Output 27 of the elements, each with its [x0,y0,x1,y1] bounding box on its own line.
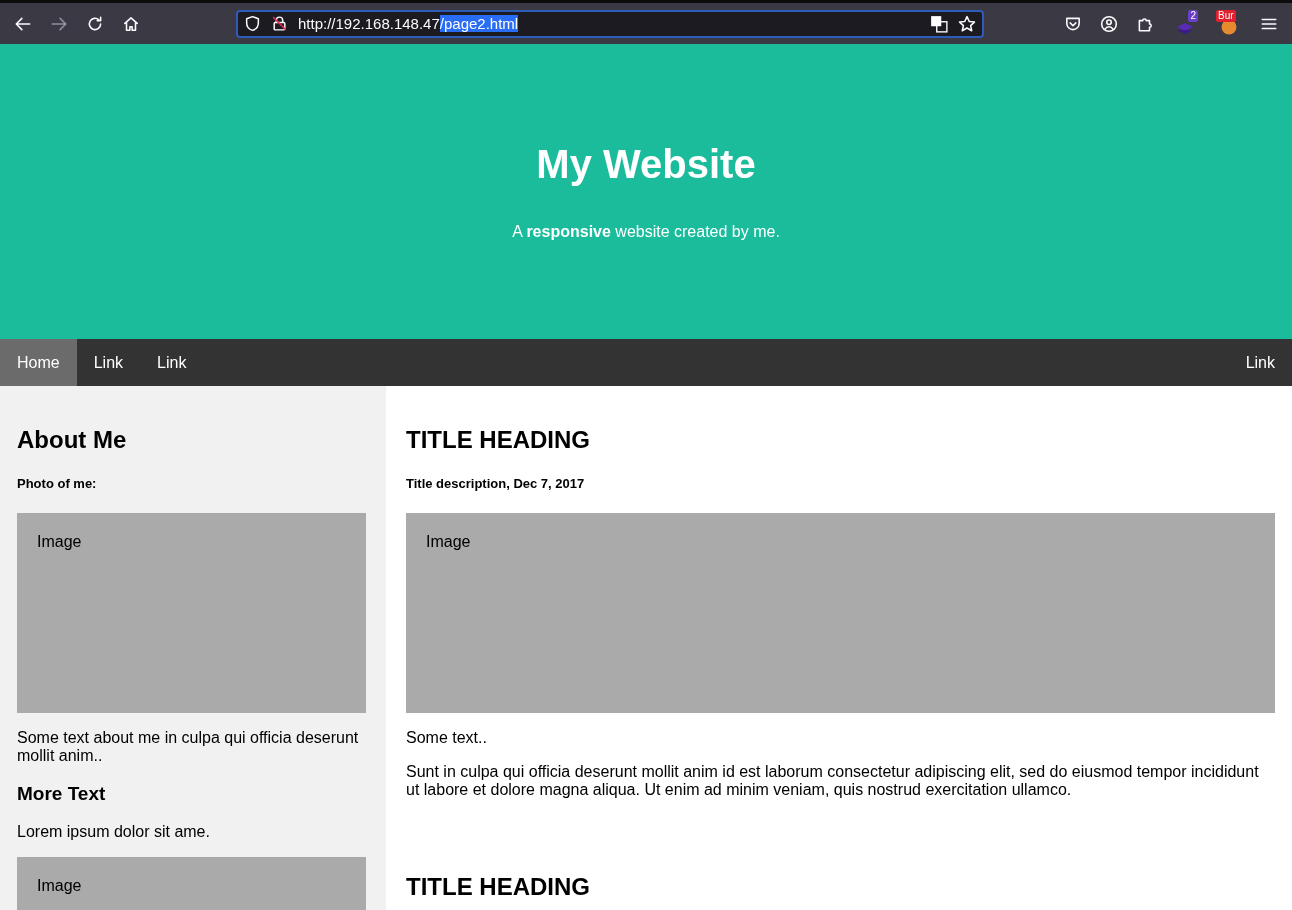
translate-icon[interactable] [930,14,948,33]
post-title: TITLE HEADING [406,873,591,901]
placeholder-label: Image [37,877,82,894]
post-description: Title description, Dec 7, 2017 [406,476,586,491]
placeholder-label: Image [426,533,471,550]
account-icon[interactable] [1100,14,1118,33]
sidebar-text: Lorem ipsum dolor sit ame. [17,823,211,841]
insecure-lock-icon[interactable] [271,15,288,32]
shield-icon[interactable] [244,15,261,32]
home-icon[interactable] [122,14,140,33]
site-title: My Website [536,142,756,187]
post-title: TITLE HEADING [406,426,591,454]
photo-caption: Photo of me: [17,476,98,491]
nav-link[interactable]: Home [0,339,77,386]
sidebar-subheading: More Text [17,783,107,805]
placeholder-label: Image [37,533,82,550]
url-text[interactable]: http://192.168.148.47/page2.html [298,15,920,32]
about-text: Some text about me in culpa qui officia deserunt mollit anim.. [17,729,360,765]
reload-icon[interactable] [86,14,104,33]
post-body: Sunt in culpa qui officia deserunt mollit anim id est laborum consectetur adipiscing elit, sed do eiusmod tempor incididunt ut labore et dolore magna aliqua. Ut enim ad minim veniam, quis nostrud exercitation ullamco. [406,763,1260,799]
site-subtitle: A responsive website created by me. [512,223,780,241]
post-text: Some text.. [406,729,488,747]
star-icon[interactable] [958,14,976,33]
nav-link[interactable]: Link [140,339,204,386]
nav-link[interactable]: Link [1228,339,1292,386]
sidebar-heading: About Me [17,426,128,454]
nav-link[interactable]: Link [76,339,141,386]
